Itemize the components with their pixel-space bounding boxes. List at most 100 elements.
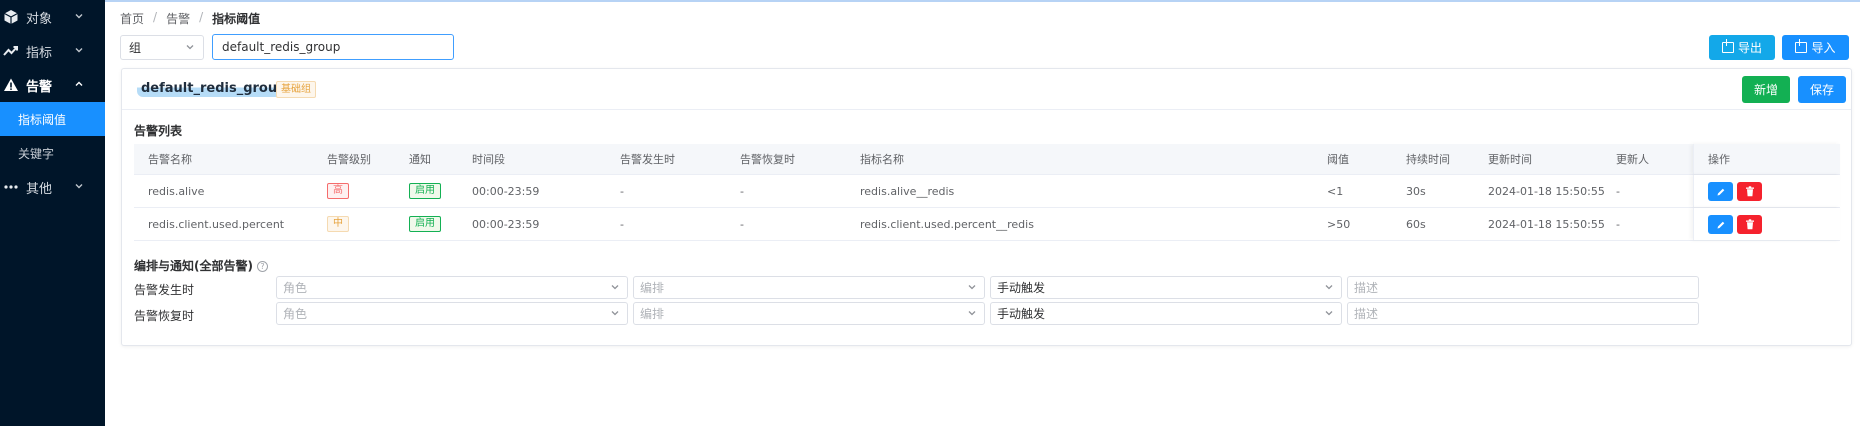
chevron-down-icon (73, 10, 85, 22)
updater: - (1616, 184, 1620, 198)
column-header: 告警名称 (148, 153, 192, 166)
trash-icon (1745, 219, 1754, 230)
sidebar-item-label: 告警 (26, 79, 53, 95)
pencil-icon (1717, 188, 1724, 195)
description-input[interactable]: 描述 (1347, 302, 1699, 325)
alarm-table: 告警名称 告警级别 通知 时间段 告警发生时 告警恢复时 指标名称 阈值 持续时… (134, 144, 1840, 241)
export-button[interactable]: 导出 (1709, 35, 1775, 60)
trend-icon (2, 42, 20, 60)
sidebar-item-label: 指标 (26, 45, 53, 61)
sidebar-item-metric-threshold[interactable]: 指标阈值 (0, 102, 105, 136)
column-header: 告警恢复时 (740, 153, 795, 166)
cube-icon (2, 8, 20, 26)
column-header: 告警级别 (327, 153, 371, 166)
breadcrumb-alarm[interactable]: 告警 (166, 10, 190, 27)
breadcrumb-separator: / (153, 10, 158, 24)
operation-cell (1693, 175, 1840, 207)
warning-icon (2, 76, 20, 94)
metric-name: redis.client.used.percent__redis (860, 217, 1034, 231)
threshold-card: default_redis_group 基础组 新增 保存 告警列表 告警名称 … (121, 68, 1852, 346)
delete-button[interactable] (1737, 182, 1762, 201)
level-badge: 高 (327, 183, 349, 199)
alarm-name: redis.alive (148, 184, 205, 198)
add-button[interactable]: 新增 (1742, 76, 1790, 103)
sidebar-item-keyword[interactable]: 关键字 (0, 136, 105, 170)
save-button[interactable]: 保存 (1798, 76, 1846, 103)
chevron-down-icon (609, 307, 621, 319)
table-row: redis.client.used.percent 中 启用 00:00-23:… (134, 208, 1840, 241)
sidebar-item-alarm[interactable]: 告警 (0, 68, 105, 102)
on-recover: - (740, 217, 744, 231)
edit-button[interactable] (1708, 182, 1733, 201)
base-group-tag: 基础组 (276, 81, 316, 98)
sidebar-item-object[interactable]: 对象 (0, 0, 105, 34)
import-button[interactable]: 导入 (1782, 35, 1849, 60)
column-header: 通知 (409, 153, 431, 166)
role-placeholder: 角色 (283, 307, 308, 321)
sidebar-item-label: 其他 (26, 181, 53, 197)
group-type-select[interactable]: 组 (120, 35, 204, 60)
group-title: default_redis_group (137, 80, 291, 97)
schedule-placeholder: 编排 (640, 307, 665, 321)
trash-icon (1745, 186, 1754, 197)
operation-header-cell: 操作 (1693, 144, 1840, 174)
period: 00:00-23:59 (472, 217, 540, 231)
sidebar-item-label: 对象 (26, 11, 53, 27)
chevron-down-icon (966, 281, 978, 293)
sidebar-item-metric[interactable]: 指标 (0, 34, 105, 68)
schedule-title-text: 编排与通知(全部告警) (134, 259, 253, 273)
trigger-value: 手动触发 (997, 307, 1046, 321)
schedule-select[interactable]: 编排 (633, 302, 985, 325)
column-header: 持续时间 (1406, 153, 1450, 166)
trigger-select[interactable]: 手动触发 (990, 302, 1342, 325)
schedule-row-label: 告警发生时 (134, 283, 195, 297)
period: 00:00-23:59 (472, 184, 540, 198)
column-header: 告警发生时 (620, 153, 675, 166)
help-icon[interactable]: ? (256, 261, 268, 272)
column-header: 时间段 (472, 153, 505, 166)
description-placeholder: 描述 (1354, 307, 1379, 321)
export-label: 导出 (1737, 41, 1762, 55)
description-placeholder: 描述 (1354, 281, 1379, 295)
chevron-down-icon (609, 281, 621, 293)
updater: - (1616, 217, 1620, 231)
table-row: redis.alive 高 启用 00:00-23:59 - - redis.a… (134, 175, 1840, 208)
role-select[interactable]: 角色 (276, 276, 628, 299)
column-header: 指标名称 (860, 153, 904, 166)
on-alarm: - (620, 217, 624, 231)
schedule-select[interactable]: 编排 (633, 276, 985, 299)
role-select[interactable]: 角色 (276, 302, 628, 325)
on-recover: - (740, 184, 744, 198)
notify-badge: 启用 (409, 216, 441, 232)
alarm-name: redis.client.used.percent (148, 217, 285, 231)
column-header: 更新人 (1616, 153, 1649, 166)
notify-badge: 启用 (409, 183, 441, 199)
sidebar-item-other[interactable]: 其他 (0, 170, 105, 204)
duration: 30s (1406, 184, 1426, 198)
schedule-row-label: 告警恢复时 (134, 309, 195, 323)
threshold: >50 (1327, 217, 1351, 231)
trigger-select[interactable]: 手动触发 (990, 276, 1342, 299)
chevron-down-icon (1323, 307, 1335, 319)
trigger-value: 手动触发 (997, 281, 1046, 295)
description-input[interactable]: 描述 (1347, 276, 1699, 299)
delete-button[interactable] (1737, 215, 1762, 234)
chevron-down-icon (73, 180, 85, 192)
level-cell: 中 (327, 208, 349, 240)
main-content: 首页 / 告警 / 指标阈值 组 导出 导入 default_redis_gro… (105, 0, 1860, 426)
column-header: 更新时间 (1488, 153, 1532, 166)
edit-button[interactable] (1708, 215, 1733, 234)
column-header: 阈值 (1327, 153, 1349, 166)
sidebar: 对象 指标 告警 指标阈值 关键字 其他 (0, 0, 105, 426)
group-type-value: 组 (129, 41, 142, 55)
import-icon (1795, 39, 1808, 53)
level-cell: 高 (327, 175, 349, 207)
breadcrumb-home[interactable]: 首页 (120, 10, 144, 27)
schedule-placeholder: 编排 (640, 281, 665, 295)
on-alarm: - (620, 184, 624, 198)
chevron-down-icon (1323, 281, 1335, 293)
threshold: <1 (1327, 184, 1344, 198)
card-header: default_redis_group 基础组 新增 保存 (122, 69, 1851, 110)
group-name-input[interactable] (212, 34, 454, 60)
level-badge: 中 (327, 216, 349, 232)
